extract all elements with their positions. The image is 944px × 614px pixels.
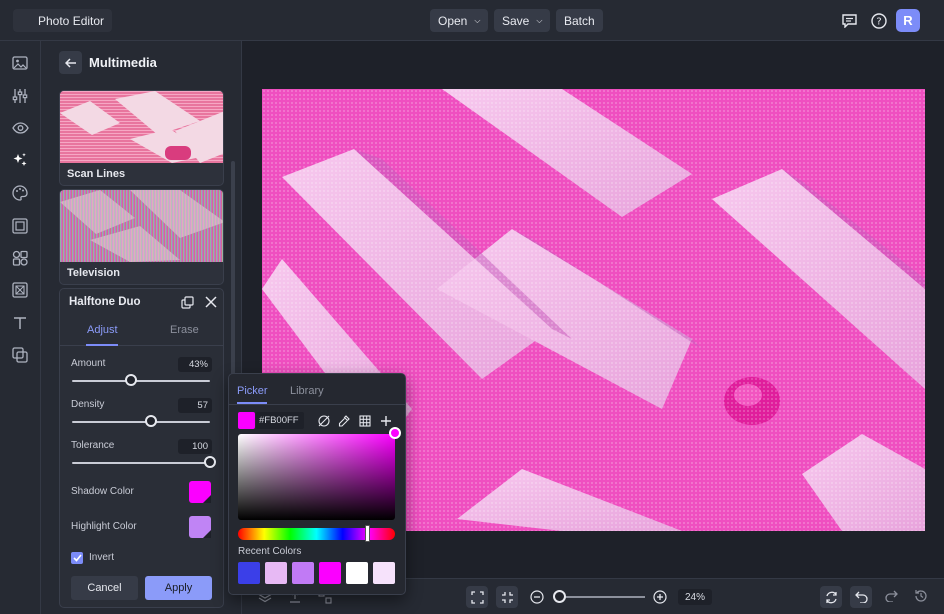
- tool-rail: [0, 41, 41, 614]
- close-icon[interactable]: [205, 296, 219, 310]
- open-label: Open: [438, 13, 468, 28]
- zoom-slider-track[interactable]: [555, 596, 645, 598]
- scan-lines-preview-image: [60, 91, 223, 163]
- thumbnail-label: Scan Lines: [67, 168, 126, 180]
- zoom-slider-handle[interactable]: [553, 590, 566, 603]
- halftone-duo-settings: Halftone Duo Adjust Erase Amount 43% Den…: [59, 288, 224, 608]
- help-icon[interactable]: ?: [867, 9, 890, 32]
- redo-icon[interactable]: [885, 590, 898, 605]
- thumbnail-label: Television: [67, 267, 120, 279]
- refresh-icon[interactable]: [820, 586, 842, 608]
- panel-title: Multimedia: [89, 55, 157, 70]
- texture-overlay-icon[interactable]: [10, 280, 30, 300]
- actual-size-icon[interactable]: [496, 586, 518, 608]
- invert-label: Invert: [89, 552, 115, 563]
- avatar-initial: R: [903, 13, 913, 28]
- svg-text:?: ?: [876, 16, 881, 27]
- amount-value[interactable]: 43%: [178, 357, 212, 372]
- shadow-color-swatch[interactable]: [189, 481, 211, 503]
- hex-input[interactable]: #FB00FF: [256, 412, 304, 429]
- density-slider-track[interactable]: [72, 421, 210, 423]
- tolerance-slider-track[interactable]: [72, 462, 210, 464]
- zoom-level[interactable]: 24%: [678, 589, 712, 605]
- cancel-button[interactable]: Cancel: [71, 576, 138, 600]
- color-picker-popover: Picker Library #FB00FF Recent Colors: [228, 373, 406, 595]
- effect-thumbnail-scan-lines[interactable]: Scan Lines: [59, 90, 224, 186]
- open-button[interactable]: Open ⌵: [430, 9, 489, 32]
- back-arrow-icon[interactable]: [59, 51, 82, 74]
- batch-button[interactable]: Batch: [556, 9, 603, 32]
- recent-color-swatch[interactable]: [346, 562, 368, 584]
- recent-color-swatch[interactable]: [319, 562, 341, 584]
- app-title-button[interactable]: Photo Editor: [13, 9, 113, 32]
- layers-collage-icon[interactable]: [10, 345, 30, 365]
- adjust-sliders-icon[interactable]: [10, 86, 30, 106]
- tab-picker[interactable]: Picker: [237, 385, 268, 397]
- top-toolbar: Photo Editor Open ⌵ Save ⌵ Batch ? R: [0, 0, 944, 41]
- undo-icon[interactable]: [850, 586, 872, 608]
- no-color-icon[interactable]: [315, 412, 332, 429]
- recent-color-swatch[interactable]: [238, 562, 260, 584]
- shadow-color-label: Shadow Color: [71, 486, 134, 497]
- hue-slider-handle[interactable]: [365, 525, 370, 542]
- avatar[interactable]: R: [896, 9, 920, 32]
- panel-header: Multimedia: [41, 41, 241, 85]
- eye-icon[interactable]: [10, 118, 30, 138]
- swatch-grid-icon[interactable]: [356, 412, 373, 429]
- app-title: Photo Editor: [38, 13, 105, 28]
- amount-slider-handle[interactable]: [125, 374, 138, 386]
- zoom-out-icon[interactable]: [530, 590, 544, 607]
- tolerance-slider-handle[interactable]: [204, 456, 216, 468]
- duplicate-layers-icon[interactable]: [181, 296, 195, 310]
- frame-icon[interactable]: [10, 216, 30, 236]
- amount-slider-track[interactable]: [72, 380, 210, 382]
- graphics-shapes-icon[interactable]: [10, 248, 30, 268]
- divider: [229, 404, 405, 405]
- tolerance-label: Tolerance: [71, 440, 115, 451]
- density-label: Density: [71, 399, 105, 410]
- effect-tabs: Adjust Erase: [60, 317, 223, 346]
- invert-checkbox[interactable]: [71, 552, 83, 564]
- density-value[interactable]: 57: [178, 398, 212, 413]
- color-selector-handle[interactable]: [389, 427, 401, 439]
- recent-color-swatch[interactable]: [265, 562, 287, 584]
- batch-label: Batch: [564, 13, 595, 28]
- effects-sparkle-icon[interactable]: [10, 150, 30, 170]
- highlight-color-label: Highlight Color: [71, 521, 137, 532]
- paint-palette-icon[interactable]: [10, 183, 30, 203]
- eyedropper-icon[interactable]: [335, 412, 352, 429]
- television-preview-image: [60, 190, 223, 262]
- hue-slider[interactable]: [238, 528, 395, 540]
- recent-color-swatch[interactable]: [373, 562, 395, 584]
- text-icon[interactable]: [10, 313, 30, 333]
- saturation-value-area[interactable]: [238, 434, 395, 520]
- amount-label: Amount: [71, 358, 106, 369]
- tab-erase[interactable]: Erase: [170, 324, 199, 336]
- current-color-swatch: [238, 412, 255, 429]
- recent-colors-label: Recent Colors: [238, 546, 302, 557]
- apply-button[interactable]: Apply: [145, 576, 212, 600]
- checkmark-icon: [72, 554, 82, 562]
- recent-color-swatch[interactable]: [292, 562, 314, 584]
- chevron-down-icon: ⌵: [536, 15, 543, 25]
- add-color-icon[interactable]: [377, 412, 394, 429]
- image-icon[interactable]: [10, 53, 30, 73]
- history-icon[interactable]: [914, 589, 928, 606]
- save-label: Save: [502, 13, 530, 28]
- chevron-down-icon: ⌵: [474, 15, 481, 25]
- active-tab-indicator: [86, 344, 118, 346]
- tolerance-value[interactable]: 100: [178, 439, 212, 454]
- comment-icon[interactable]: [838, 9, 861, 32]
- effect-title: Halftone Duo: [69, 296, 141, 308]
- fit-to-screen-icon[interactable]: [466, 586, 488, 608]
- tab-adjust[interactable]: Adjust: [87, 324, 118, 336]
- effect-thumbnail-television[interactable]: Television: [59, 189, 224, 285]
- density-slider-handle[interactable]: [144, 415, 157, 427]
- tab-library[interactable]: Library: [290, 385, 324, 397]
- zoom-in-icon[interactable]: [653, 590, 667, 607]
- highlight-color-swatch[interactable]: [189, 516, 211, 538]
- save-button[interactable]: Save ⌵: [494, 9, 551, 32]
